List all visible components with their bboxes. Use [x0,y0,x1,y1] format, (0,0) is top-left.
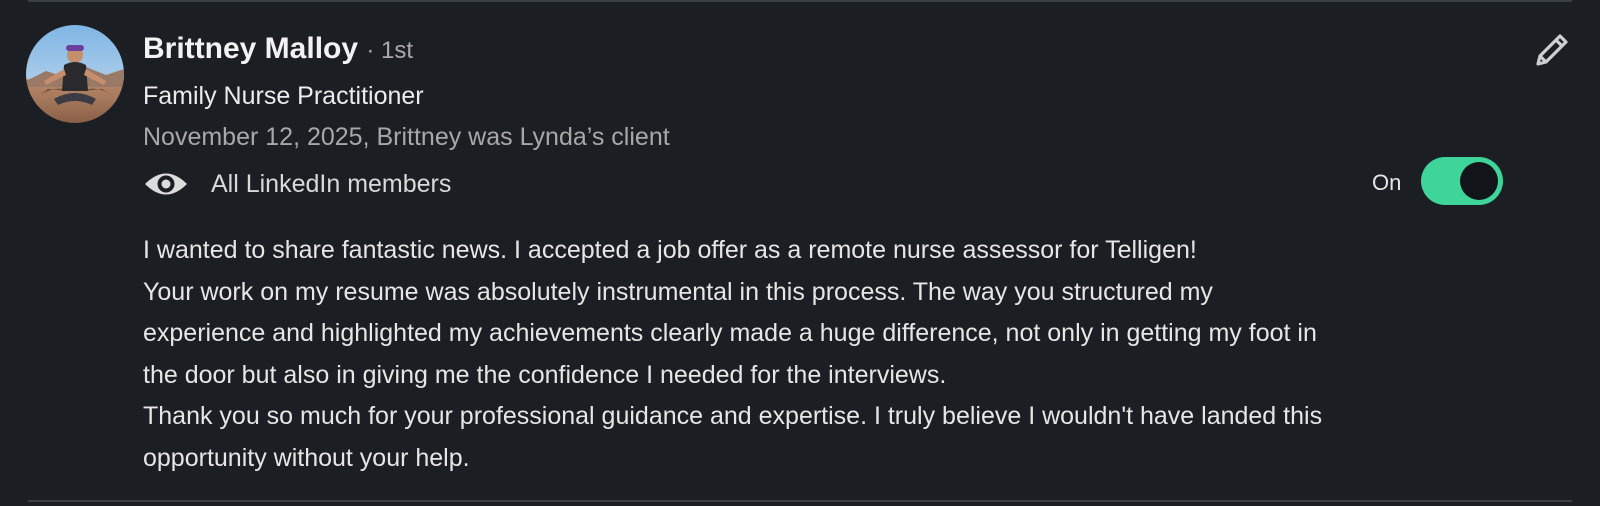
toggle-label: On [1372,170,1402,195]
body-line: Your work on my resume was absolutely in… [143,277,1213,306]
recommendation-meta: November 12, 2025, Brittney was Lynda’s … [143,123,670,151]
body-line: the door but also in giving me the confi… [143,360,947,389]
connection-degree: · 1st [366,37,414,64]
author-line: Brittney Malloy · 1st [143,32,413,66]
eye-icon [145,173,187,195]
body-line: I wanted to share fantastic news. I acce… [143,236,1197,264]
body-line: opportunity without your help. [143,443,470,472]
author-headline: Family Nurse Practitioner [143,82,424,110]
toggle-knob [1460,162,1498,200]
top-divider [28,0,1572,2]
avatar[interactable] [26,25,124,123]
recommendation-body: I wanted to share fantastic news. I acce… [143,230,1563,479]
bottom-divider [28,500,1572,502]
visibility-toggle[interactable] [1421,157,1503,205]
visibility-row: All LinkedIn members [143,166,451,202]
body-line: Thank you so much for your professional … [143,402,1323,430]
pencil-icon[interactable] [1530,28,1574,72]
author-name[interactable]: Brittney Malloy [143,32,358,65]
body-line: experience and highlighted my achievemen… [143,319,1317,347]
visibility-label: All LinkedIn members [211,169,452,198]
